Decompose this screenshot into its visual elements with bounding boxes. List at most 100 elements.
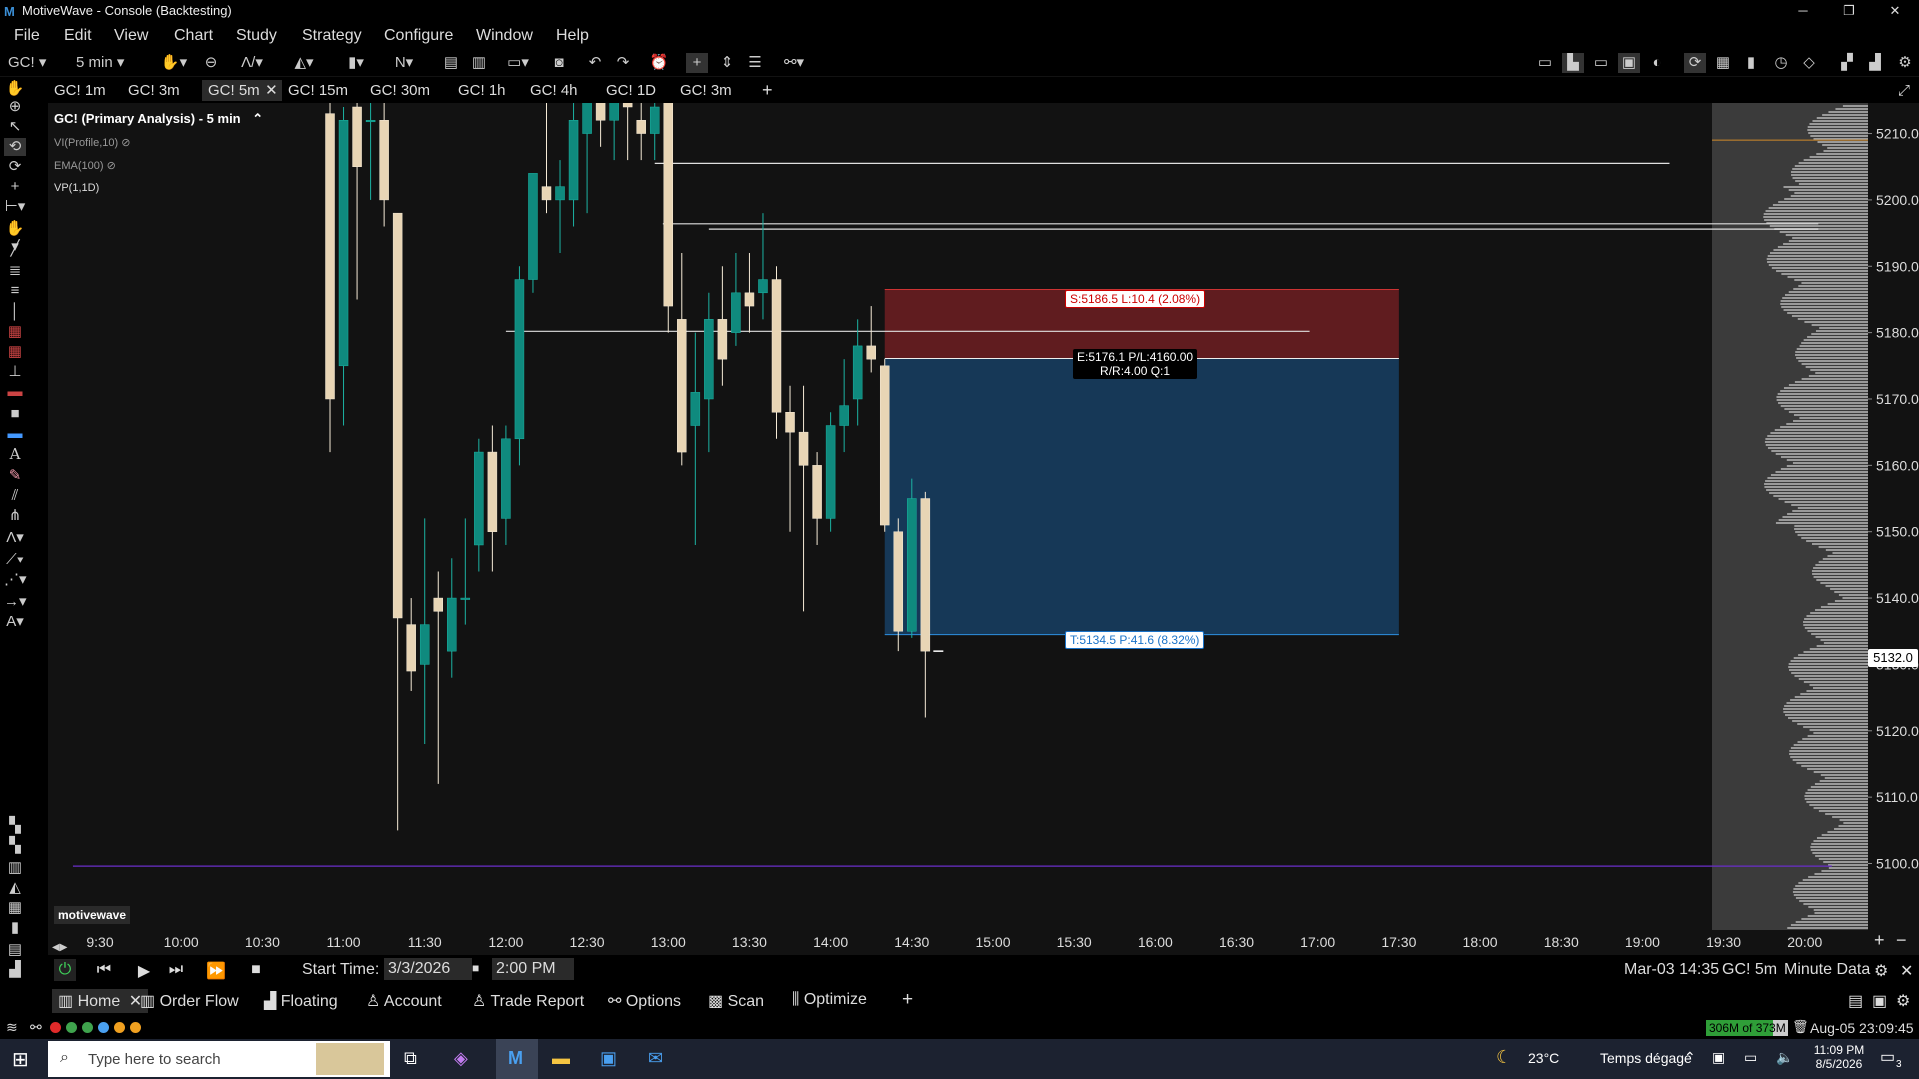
chart-area[interactable]: GC! (Primary Analysis) - 5 min ⌃ VI(Prof…: [48, 103, 1868, 930]
minimize-button[interactable]: ─: [1780, 0, 1826, 22]
layers-2-icon[interactable]: ▚: [4, 837, 26, 855]
zoom-out-icon[interactable]: ⊖: [200, 53, 222, 73]
list-icon[interactable]: ☰: [744, 53, 766, 73]
layers-icon[interactable]: ▚: [4, 817, 26, 835]
symbol-selector[interactable]: GC! ▾: [8, 53, 56, 73]
pan-tool-icon[interactable]: ✋▾: [156, 53, 192, 73]
area-icon[interactable]: ◭: [4, 879, 26, 897]
tab-gc-30m[interactable]: GC! 30m: [364, 80, 436, 101]
shapes-icon[interactable]: ▞: [1836, 53, 1858, 73]
price-chart[interactable]: [48, 103, 1868, 930]
eye-hidden-icon[interactable]: ⊘: [121, 137, 130, 149]
color-block-2-icon[interactable]: ▦: [4, 343, 26, 361]
taskbar-search-box[interactable]: ⌕ Type here to search: [48, 1041, 390, 1077]
windows-start-icon[interactable]: ⊞: [12, 1047, 29, 1072]
play-icon[interactable]: ▶: [132, 961, 156, 981]
copilot-icon[interactable]: ◈: [454, 1048, 468, 1069]
study-label-vi[interactable]: VI(Profile,10) ⊘: [54, 136, 130, 149]
tab-gc-4h[interactable]: GC! 4h: [524, 80, 584, 101]
wave-draw-icon[interactable]: Ʌ▾: [4, 529, 26, 547]
refresh-icon[interactable]: ⟳: [1684, 53, 1706, 73]
wave-tool-icon[interactable]: Ʌ/▾: [232, 53, 272, 73]
chart-header[interactable]: GC! (Primary Analysis) - 5 min ⌃: [54, 111, 263, 127]
tab-gc-5m[interactable]: GC! 5m ✕: [202, 80, 282, 101]
task-view-icon[interactable]: ⧉: [404, 1048, 417, 1069]
channel-icon[interactable]: ⫽: [4, 487, 26, 505]
fast-forward-icon[interactable]: ⏩: [204, 961, 228, 981]
panel-icon[interactable]: ▭: [1534, 53, 1556, 73]
toggle-icon[interactable]: ◐: [1646, 53, 1668, 73]
study-label-vp[interactable]: VP(1,1D): [54, 182, 99, 194]
tray-app-icon[interactable]: ▣: [1712, 1049, 1725, 1066]
zoom-in-icon[interactable]: +: [1874, 930, 1885, 951]
cycle-icon[interactable]: ⟲: [4, 138, 26, 156]
tab-trade-report[interactable]: ♙ Trade Report: [472, 991, 584, 1011]
playback-settings-icon[interactable]: ⚙: [1874, 961, 1888, 981]
layout-icon[interactable]: ▤: [1848, 991, 1863, 1011]
tab-gc-3m-2[interactable]: GC! 3m: [674, 80, 738, 101]
gear-icon[interactable]: ⚙: [1894, 53, 1916, 73]
gann-fan-icon[interactable]: ⋰▾: [4, 571, 27, 589]
monitor-icon[interactable]: ▭: [1590, 53, 1612, 73]
battery-icon[interactable]: ▮: [4, 919, 26, 937]
tab-gc-1d[interactable]: GC! 1D: [600, 80, 662, 101]
sync-icon[interactable]: ⟳: [4, 158, 26, 176]
start-date-field[interactable]: 3/3/2026: [384, 958, 472, 980]
outlook-icon[interactable]: ✉: [648, 1048, 663, 1069]
restore-button[interactable]: ❐: [1826, 0, 1872, 22]
file-explorer-icon[interactable]: ▬: [552, 1048, 570, 1069]
open-folder-icon[interactable]: ▭▾: [500, 53, 536, 73]
window-icon[interactable]: ▣: [1618, 53, 1640, 73]
price-axis[interactable]: 5100.05110.05120.05130.05140.05150.05160…: [1868, 103, 1919, 930]
scroll-arrows-icon[interactable]: ◀▶: [52, 942, 67, 953]
playback-close-icon[interactable]: ✕: [1900, 961, 1913, 981]
menu-chart[interactable]: Chart: [174, 27, 213, 45]
step-forward-icon[interactable]: ⏭: [164, 961, 188, 979]
bar-style-icon[interactable]: ▮▾: [338, 53, 374, 73]
redo-icon[interactable]: ↷: [612, 53, 634, 73]
measure-icon[interactable]: ⇕: [716, 53, 738, 73]
close-button[interactable]: ✕: [1872, 0, 1918, 22]
tab-home[interactable]: ▥ Home ✕: [52, 989, 149, 1013]
stop-loss-label[interactable]: S:5186.5 L:10.4 (2.08%): [1065, 290, 1206, 308]
memory-meter[interactable]: 306M of 373M: [1706, 1020, 1788, 1036]
histogram-icon[interactable]: ▙: [1562, 53, 1584, 73]
collapse-chevron-icon[interactable]: ⌃: [252, 111, 263, 126]
calendar-icon[interactable]: ▤: [4, 941, 26, 959]
hand-draw-icon[interactable]: ✋▾: [4, 220, 26, 255]
save-icon[interactable]: ▥: [468, 53, 490, 73]
workspace-settings-icon[interactable]: ⚙: [1896, 991, 1910, 1011]
zoom-out-axis-icon[interactable]: −: [1896, 930, 1907, 951]
study-label-ema[interactable]: EMA(100) ⊘: [54, 159, 116, 172]
skip-start-icon[interactable]: ⏮: [92, 961, 116, 979]
tab-gc-15m[interactable]: GC! 15m: [282, 80, 354, 101]
weather-description[interactable]: Temps dégagé: [1600, 1050, 1692, 1066]
hand-tool-icon[interactable]: ✋: [4, 80, 26, 98]
close-icon[interactable]: ✕: [265, 80, 278, 101]
trash-icon[interactable]: 🗑: [1792, 1019, 1809, 1035]
tab-order-flow[interactable]: ▥ Order Flow: [140, 991, 239, 1011]
pitchfork-icon[interactable]: ⋔: [4, 507, 26, 525]
tab-scan[interactable]: ▩ Scan: [708, 991, 764, 1011]
tab-gc-3m[interactable]: GC! 3m: [122, 80, 186, 101]
network-icon[interactable]: ▭: [1744, 1049, 1757, 1066]
volume-bars-icon[interactable]: ▥: [4, 859, 26, 877]
tab-gc-1m[interactable]: GC! 1m: [48, 80, 112, 101]
menu-edit[interactable]: Edit: [64, 27, 92, 45]
normalize-icon[interactable]: N▾: [386, 53, 422, 73]
menu-window[interactable]: Window: [476, 27, 533, 45]
store-icon[interactable]: ▣: [600, 1048, 617, 1069]
target-label[interactable]: T:5134.5 P:41.6 (8.32%): [1065, 631, 1205, 649]
color-block-icon[interactable]: ▦: [4, 323, 26, 341]
rectangle-icon[interactable]: ■: [4, 405, 26, 423]
pencil-icon[interactable]: ✎: [4, 467, 26, 485]
new-document-icon[interactable]: ▤: [440, 53, 462, 73]
tab-options[interactable]: ⚯ Options: [608, 991, 681, 1011]
entry-label[interactable]: E:5176.1 P/L:4160.00 R/R:4.00 Q:1: [1073, 349, 1198, 379]
rectangle-blue-icon[interactable]: ▬: [4, 425, 26, 443]
add-workspace-button[interactable]: +: [902, 989, 913, 1011]
arrow-icon[interactable]: →▾: [4, 593, 27, 611]
menu-strategy[interactable]: Strategy: [302, 27, 362, 45]
fib-ext-tool-icon[interactable]: ≡: [4, 282, 26, 300]
menu-help[interactable]: Help: [556, 27, 589, 45]
